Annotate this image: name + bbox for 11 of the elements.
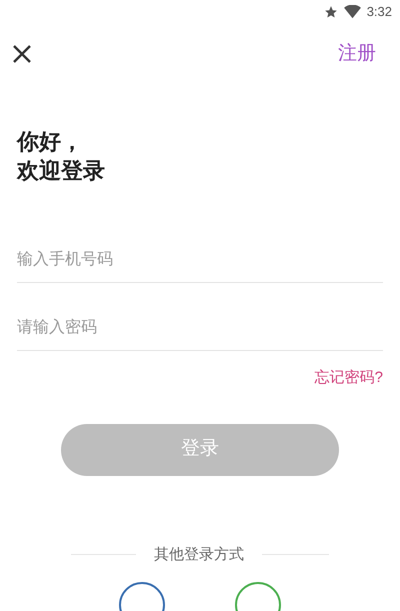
star-icon xyxy=(324,5,338,19)
register-link[interactable]: 注册 xyxy=(338,40,376,68)
wifi-icon xyxy=(344,5,361,19)
greeting-text: 欢迎登录 xyxy=(17,157,105,185)
greeting-text: 你好， xyxy=(17,128,83,156)
input-field[interactable]: 请输入密码 xyxy=(17,305,383,351)
other-login-label: 其他登录方式 xyxy=(154,544,244,564)
forgot-password-link[interactable]: 忘记密码? xyxy=(314,367,383,390)
close-icon[interactable] xyxy=(12,44,32,64)
input-field[interactable]: 输入手机号码 xyxy=(17,237,383,283)
status-time: 3:32 xyxy=(366,3,392,22)
